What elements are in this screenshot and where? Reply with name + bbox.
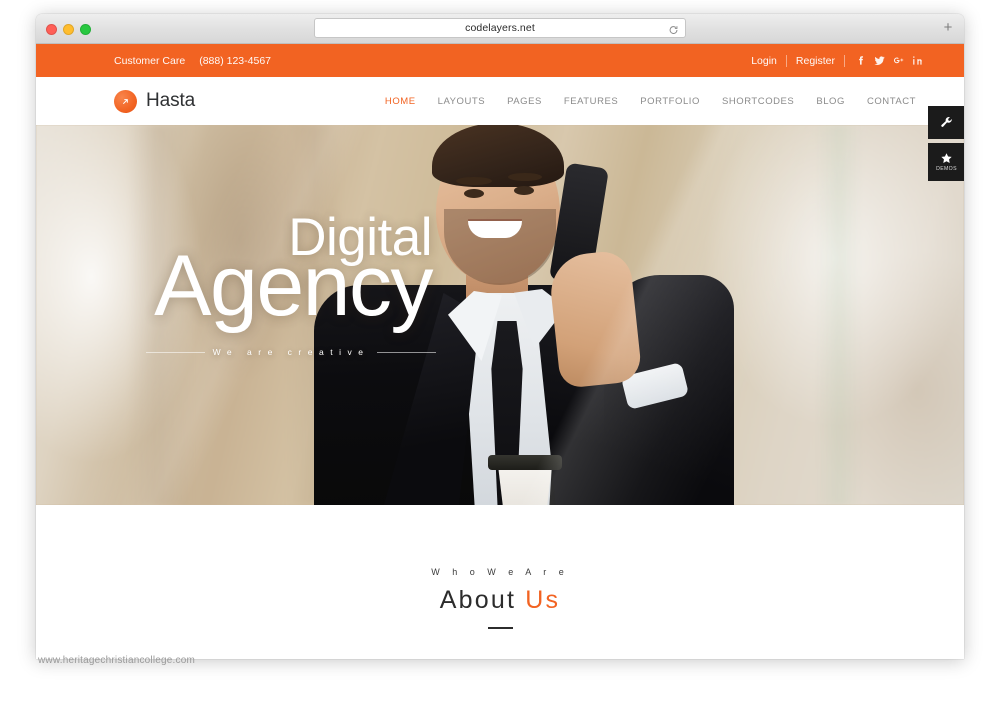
page-root: codelayers.net + Customer Care (888) 123…	[0, 0, 1000, 709]
divider	[844, 54, 845, 67]
hero-tagline-row: We are creative	[146, 347, 436, 357]
site-viewport: Customer Care (888) 123-4567 Login Regis…	[36, 44, 964, 659]
reload-icon[interactable]	[668, 23, 679, 34]
nav-item-portfolio[interactable]: PORTFOLIO	[629, 96, 711, 107]
primary-nav: HOME LAYOUTS PAGES FEATURES PORTFOLIO SH…	[374, 96, 927, 107]
account-and-social: Login Register	[742, 53, 927, 69]
nav-item-layouts[interactable]: LAYOUTS	[427, 96, 497, 107]
about-title-dark: About	[439, 586, 517, 614]
customer-care-label: Customer Care	[114, 54, 186, 67]
watermark-text: www.heritagechristiancollege.com	[38, 655, 196, 666]
logo-text: Hasta	[146, 90, 196, 111]
nav-item-home[interactable]: HOME	[374, 96, 427, 107]
nav-item-contact[interactable]: CONTACT	[856, 96, 927, 107]
about-title-accent: Us	[525, 586, 561, 614]
hero-copy: Digital Agency We are creative	[36, 125, 964, 505]
utility-bar: Customer Care (888) 123-4567 Login Regis…	[36, 44, 964, 77]
tagline-rule-right	[377, 351, 436, 353]
about-kicker: W h o W e A r e	[431, 567, 569, 577]
side-tabs: DEMOS	[928, 106, 964, 181]
linkedin-icon[interactable]	[908, 53, 927, 69]
browser-titlebar: codelayers.net +	[36, 14, 964, 44]
social-links	[851, 53, 927, 69]
nav-item-features[interactable]: FEATURES	[553, 96, 629, 107]
main-header: Hasta HOME LAYOUTS PAGES FEATURES PORTFO…	[36, 77, 964, 125]
browser-window: codelayers.net + Customer Care (888) 123…	[36, 14, 964, 659]
phone-number[interactable]: (888) 123-4567	[199, 55, 271, 67]
url-text: codelayers.net	[465, 22, 535, 34]
demos-label: DEMOS	[936, 166, 957, 172]
nav-item-shortcodes[interactable]: SHORTCODES	[711, 96, 805, 107]
new-tab-button[interactable]: +	[940, 20, 956, 36]
wrench-icon	[941, 117, 952, 127]
star-icon	[941, 153, 952, 163]
tagline-rule-left	[146, 351, 205, 353]
about-title: About Us	[440, 586, 560, 615]
facebook-icon[interactable]	[851, 53, 870, 69]
minimize-button[interactable]	[63, 24, 74, 35]
site-logo[interactable]: Hasta	[114, 89, 196, 113]
register-link[interactable]: Register	[787, 55, 844, 67]
hero-tagline: We are creative	[212, 347, 370, 357]
twitter-icon[interactable]	[870, 53, 889, 69]
nav-item-blog[interactable]: BLOG	[805, 96, 856, 107]
window-controls[interactable]	[46, 24, 91, 35]
address-bar[interactable]: codelayers.net	[314, 18, 686, 38]
demos-tab[interactable]: DEMOS	[928, 143, 964, 181]
close-button[interactable]	[46, 24, 57, 35]
arrow-circle-icon	[114, 89, 137, 113]
settings-tab[interactable]	[928, 106, 964, 139]
about-divider	[487, 627, 513, 629]
about-section: W h o W e A r e About Us	[36, 505, 964, 659]
maximize-button[interactable]	[80, 24, 91, 35]
google-plus-icon[interactable]	[889, 53, 908, 69]
contact-info: Customer Care (888) 123-4567	[114, 55, 271, 67]
login-link[interactable]: Login	[742, 55, 786, 67]
hero-line-2: Agency	[154, 238, 433, 334]
hero-banner: Digital Agency We are creative	[36, 125, 964, 505]
nav-item-pages[interactable]: PAGES	[496, 96, 553, 107]
